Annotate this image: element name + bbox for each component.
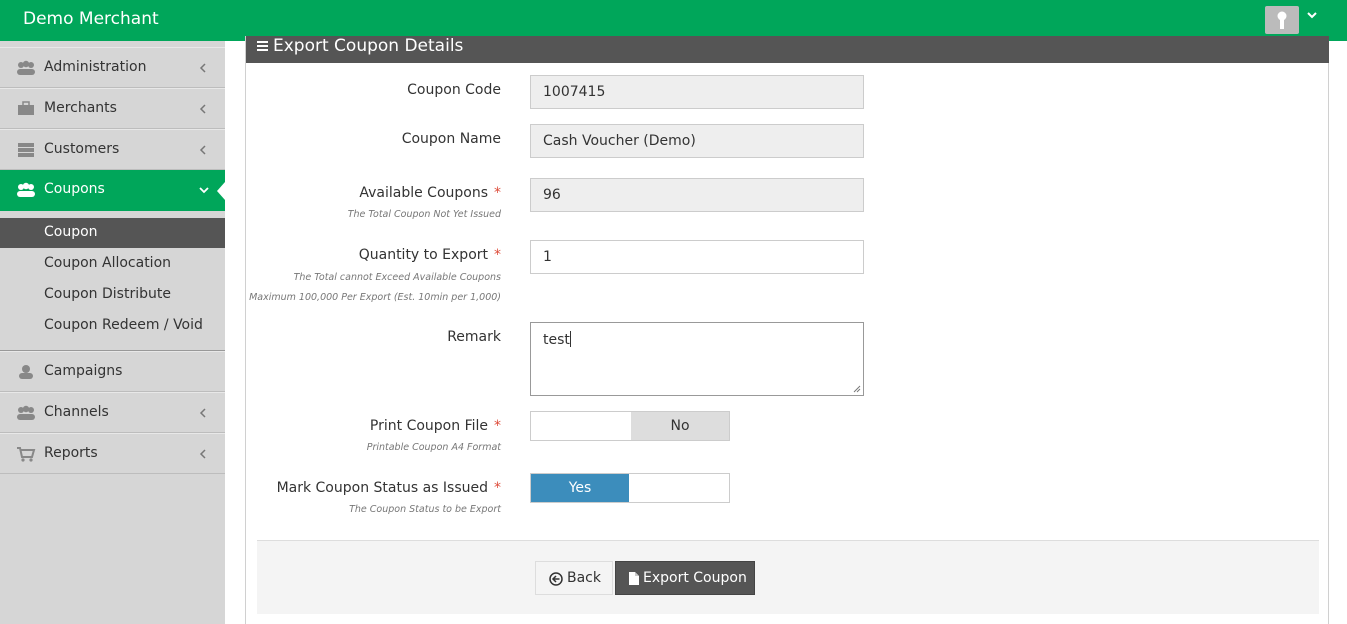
file-icon <box>629 572 639 585</box>
cart-icon <box>17 447 36 462</box>
users-icon <box>17 182 35 197</box>
toggle-off-side[interactable] <box>631 474 729 502</box>
available-coupons-hint: The Total Coupon Not Yet Issued <box>347 209 501 220</box>
brand-title[interactable]: Demo Merchant <box>23 9 159 29</box>
sidebar-item-label: Channels <box>44 404 109 420</box>
form-footer: Back Export Coupon <box>257 540 1319 614</box>
back-button[interactable]: Back <box>535 561 613 595</box>
remark-label: Remark <box>447 329 501 345</box>
user-avatar[interactable] <box>1265 6 1299 34</box>
sidebar: Administration Merchants Customers Coupo… <box>0 41 225 624</box>
print-file-label: Print Coupon File * <box>370 418 501 434</box>
coupons-submenu: Coupon Coupon Allocation Coupon Distribu… <box>0 211 225 351</box>
submenu-item-label: Coupon Redeem / Void <box>44 317 203 333</box>
sidebar-item-label: Campaigns <box>44 363 123 379</box>
chevron-left-icon <box>199 145 206 155</box>
submenu-item-coupon-redeem-void[interactable]: Coupon Redeem / Void <box>0 311 225 341</box>
submenu-item-label: Coupon <box>44 224 98 240</box>
available-coupons-label: Available Coupons * <box>359 185 501 201</box>
required-marker: * <box>494 480 501 496</box>
chevron-left-icon <box>199 408 206 418</box>
quantity-hint-limit: The Total cannot Exceed Available Coupon… <box>293 272 501 283</box>
users-icon <box>17 60 35 75</box>
toggle-no-option[interactable]: No <box>631 412 729 440</box>
coupon-code-label: Coupon Code <box>407 82 501 98</box>
quantity-hint-maximum: Maximum 100,000 Per Export (Est. 10min p… <box>249 292 501 303</box>
remark-text: test <box>543 332 570 348</box>
chevron-down-icon[interactable] <box>1306 10 1318 22</box>
sidebar-item-reports[interactable]: Reports <box>0 433 225 474</box>
sidebar-item-label: Coupons <box>44 181 105 197</box>
panel-header: Export Coupon Details <box>246 36 1329 63</box>
toggle-yes-option[interactable]: Yes <box>531 474 629 502</box>
arrow-circle-left-icon <box>549 572 563 586</box>
available-coupons-field: 96 <box>530 178 864 212</box>
bars-icon <box>257 41 268 51</box>
sidebar-item-coupons[interactable]: Coupons <box>0 170 225 211</box>
sidebar-item-merchants[interactable]: Merchants <box>0 88 225 129</box>
sidebar-item-label: Customers <box>44 141 120 157</box>
submenu-item-coupon[interactable]: Coupon <box>0 218 225 248</box>
mark-issued-toggle[interactable]: Yes <box>530 473 730 503</box>
text-cursor <box>569 331 571 347</box>
chevron-left-icon <box>199 63 206 73</box>
toggle-on-side[interactable] <box>531 412 629 440</box>
submenu-item-label: Coupon Allocation <box>44 255 172 271</box>
remark-textarea[interactable]: test <box>530 322 864 396</box>
users-icon <box>17 405 35 420</box>
print-file-toggle[interactable]: No <box>530 411 730 441</box>
back-button-label: Back <box>567 570 601 586</box>
coupon-name-field: Cash Voucher (Demo) <box>530 124 864 158</box>
sidebar-item-channels[interactable]: Channels <box>0 392 225 433</box>
label-text: Quantity to Export <box>358 247 488 263</box>
export-button-label: Export Coupon <box>643 570 747 586</box>
user-silhouette-icon <box>1277 11 1287 29</box>
required-marker: * <box>494 185 501 201</box>
quantity-input[interactable]: 1 <box>530 240 864 274</box>
required-marker: * <box>494 418 501 434</box>
submenu-item-label: Coupon Distribute <box>44 286 171 302</box>
submenu-item-coupon-allocation[interactable]: Coupon Allocation <box>0 249 225 279</box>
coupon-name-label-group: Coupon Name <box>246 131 501 151</box>
coupon-code-label-group: Coupon Code <box>246 82 501 102</box>
mark-issued-hint: The Coupon Status to be Export <box>349 504 501 515</box>
sidebar-item-label: Reports <box>44 445 98 461</box>
mark-issued-label-group: Mark Coupon Status as Issued * The Coupon… <box>246 480 501 520</box>
chevron-down-icon <box>199 187 209 194</box>
top-navbar: Demo Merchant <box>0 0 1347 41</box>
chevron-left-icon <box>199 104 206 114</box>
panel-title: Export Coupon Details <box>273 36 464 56</box>
sidebar-item-campaigns[interactable]: Campaigns <box>0 351 225 392</box>
print-file-hint: Printable Coupon A4 Format <box>366 442 501 453</box>
resize-handle-icon[interactable] <box>853 385 861 393</box>
print-file-label-group: Print Coupon File * Printable Coupon A4 F… <box>246 418 501 458</box>
quantity-label: Quantity to Export * <box>359 247 501 263</box>
server-icon <box>18 143 34 157</box>
available-coupons-label-group: Available Coupons * The Total Coupon Not … <box>246 185 501 225</box>
coupon-code-field: 1007415 <box>530 75 864 109</box>
label-text: Print Coupon File <box>369 418 488 434</box>
required-marker: * <box>494 247 501 263</box>
sidebar-item-label: Administration <box>44 59 147 75</box>
label-text: Mark Coupon Status as Issued <box>276 480 488 496</box>
user-icon <box>19 365 33 379</box>
briefcase-icon <box>18 101 34 115</box>
remark-label-group: Remark <box>246 329 501 349</box>
active-indicator <box>217 182 225 200</box>
mark-issued-label: Mark Coupon Status as Issued * <box>277 480 501 496</box>
coupon-name-label: Coupon Name <box>401 131 501 147</box>
sidebar-item-administration[interactable]: Administration <box>0 47 225 88</box>
sidebar-item-label: Merchants <box>44 100 117 116</box>
chevron-left-icon <box>199 449 206 459</box>
submenu-item-coupon-distribute[interactable]: Coupon Distribute <box>0 280 225 310</box>
label-text: Available Coupons <box>359 185 488 201</box>
export-coupon-button[interactable]: Export Coupon <box>615 561 755 595</box>
quantity-label-group: Quantity to Export * The Total cannot Exc… <box>246 247 501 307</box>
sidebar-item-customers[interactable]: Customers <box>0 129 225 170</box>
export-coupon-panel: Export Coupon Details Coupon Code 100741… <box>245 36 1329 624</box>
